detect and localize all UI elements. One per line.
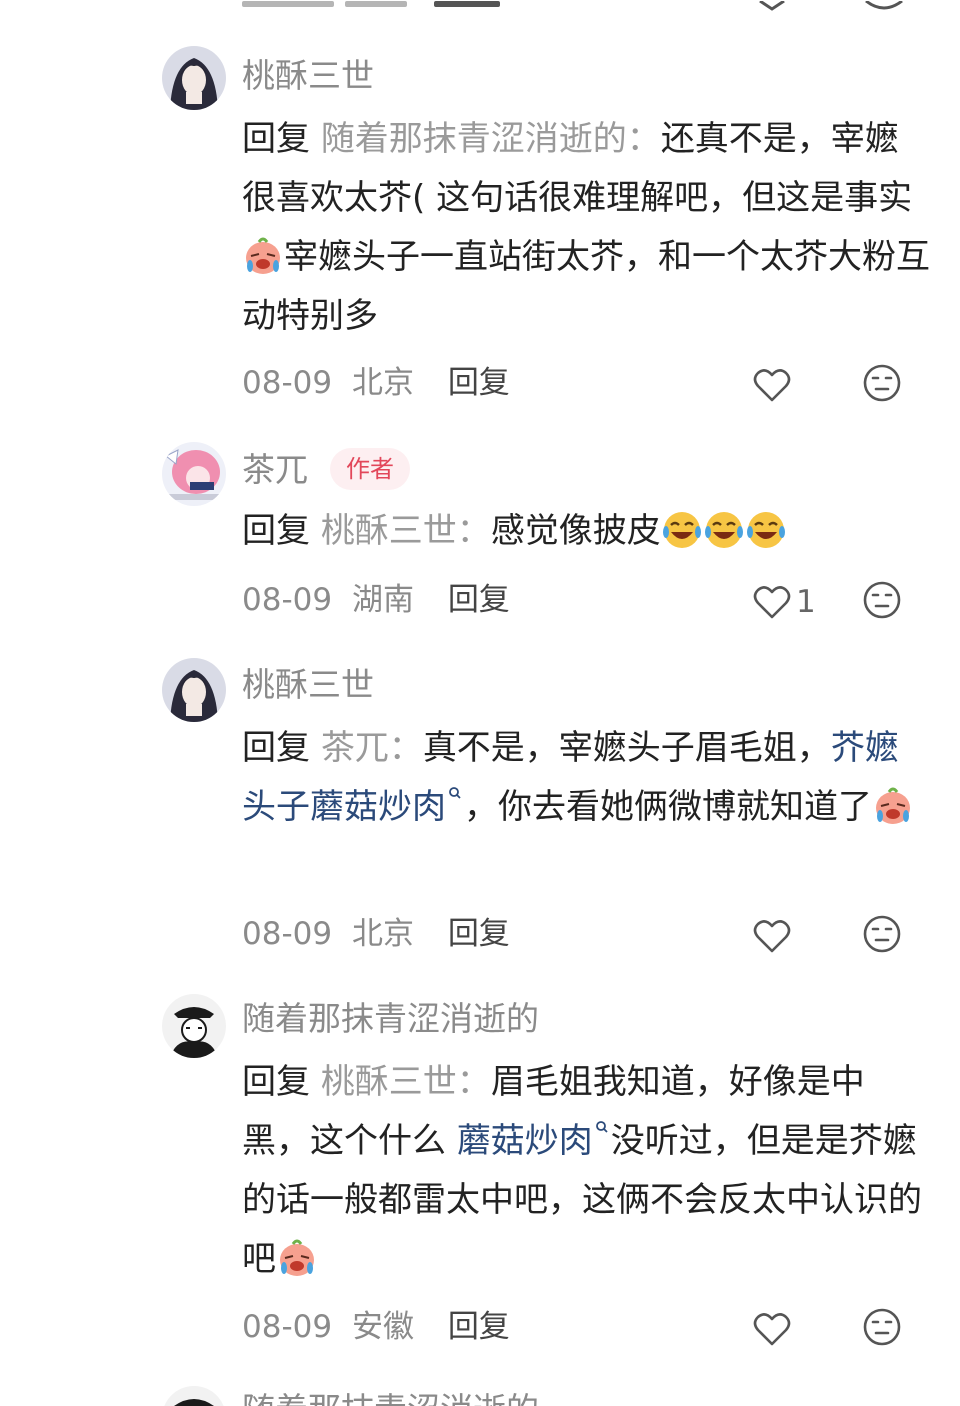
like-button[interactable]: [752, 912, 796, 956]
comment-date: 08-09: [242, 365, 333, 401]
comment-text: 回复 桃酥三世：眉毛姐我知道，好像是中黑，这个什么 蘑菇炒肉 没听过，但是是芥嬷的…: [242, 1053, 932, 1289]
laughing-emoji: [703, 510, 745, 550]
heart-icon: [753, 1312, 791, 1345]
reply-to-user[interactable]: 随着那抹青涩消逝的：: [321, 119, 661, 159]
like-button[interactable]: 1: [752, 578, 816, 622]
avatar[interactable]: [162, 994, 226, 1058]
comment-text-part: 真不是，宰嬷头子眉毛姐，: [422, 728, 831, 768]
username[interactable]: 随着那抹青涩消逝的: [242, 1390, 539, 1406]
comment-thread: 桃酥三世 回复 随着那抹青涩消逝的：还真不是，宰嬷很喜欢太芥( 这句话很难理解吧…: [0, 0, 960, 1406]
heart-icon: [753, 919, 791, 952]
search-link[interactable]: 蘑菇炒肉: [457, 1121, 593, 1161]
search-icon: [446, 778, 464, 808]
reply-button[interactable]: 回复: [448, 578, 510, 622]
comment-date: 08-09: [242, 916, 333, 952]
reply-word: 回复: [242, 728, 310, 768]
neutral-face-icon: [863, 581, 901, 619]
crying-emoji: [242, 236, 284, 276]
comment-location: 北京: [351, 916, 414, 952]
comment-text-part: ，你去看她俩微博就知道了: [464, 787, 872, 827]
comment-text: 回复 桃酥三世：感觉像披皮: [242, 502, 932, 561]
username[interactable]: 桃酥三世: [242, 665, 374, 705]
like-button[interactable]: [752, 361, 796, 405]
author-badge: 作者: [330, 448, 410, 490]
previous-comment-fragment-graphic: [242, 0, 903, 11]
comment-location: 安徽: [351, 1309, 414, 1345]
username[interactable]: 桃酥三世: [242, 56, 374, 96]
dislike-button[interactable]: [862, 580, 902, 632]
reply-to-user[interactable]: 桃酥三世：: [321, 511, 491, 551]
comment-meta: 08-09 北京 回复: [242, 912, 932, 956]
comment-text-part: 感觉像披皮: [490, 511, 661, 551]
comment-text-part: 宰嬷头子一直站街太芥，和一个太芥大粉互动特别多: [242, 237, 930, 336]
reply-button[interactable]: 回复: [448, 912, 510, 956]
dislike-button[interactable]: [862, 363, 902, 415]
avatar[interactable]: [162, 658, 226, 722]
neutral-face-icon: [863, 1308, 901, 1346]
comment-date: 08-09: [242, 1309, 333, 1345]
username[interactable]: 随着那抹青涩消逝的: [242, 999, 539, 1039]
username-text: 茶兀: [242, 450, 308, 489]
comment-text: 回复 随着那抹青涩消逝的：还真不是，宰嬷很喜欢太芥( 这句话很难理解吧，但这是事…: [242, 110, 932, 346]
reply-button[interactable]: 回复: [448, 1305, 510, 1349]
avatar[interactable]: [162, 442, 226, 506]
heart-icon: [753, 585, 791, 618]
laughing-emoji: [745, 510, 787, 550]
reply-button[interactable]: 回复: [448, 361, 510, 405]
search-icon: [593, 1112, 611, 1142]
neutral-face-icon: [863, 915, 901, 953]
avatar[interactable]: [162, 46, 226, 110]
comment-meta: 08-09 安徽 回复: [242, 1305, 932, 1349]
previous-comment-fragment: [0, 0, 960, 14]
like-count: 1: [796, 583, 816, 620]
like-button[interactable]: [752, 1305, 796, 1349]
reply-word: 回复: [242, 1062, 310, 1102]
reply-word: 回复: [242, 119, 310, 159]
laughing-emoji: [661, 510, 703, 550]
neutral-face-icon: [863, 364, 901, 402]
reply-to-user[interactable]: 桃酥三世：: [321, 1062, 491, 1102]
dislike-button[interactable]: [862, 1307, 902, 1359]
reply-word: 回复: [242, 511, 310, 551]
comment-meta: 08-09 湖南 回复 1: [242, 578, 932, 622]
heart-icon: [753, 368, 791, 401]
comment-location: 北京: [351, 365, 414, 401]
crying-emoji: [872, 786, 914, 826]
comment-date: 08-09: [242, 582, 333, 618]
dislike-button[interactable]: [862, 914, 902, 966]
comment-text: 回复 茶兀：真不是，宰嬷头子眉毛姐，芥嬷头子蘑菇炒肉 ，你去看她俩微博就知道了: [242, 719, 932, 837]
username[interactable]: 茶兀 作者: [242, 448, 410, 490]
avatar[interactable]: [162, 1386, 226, 1406]
reply-to-user[interactable]: 茶兀：: [321, 728, 423, 768]
crying-emoji: [276, 1238, 318, 1278]
comment-location: 湖南: [351, 582, 414, 618]
comment-meta: 08-09 北京 回复: [242, 361, 932, 405]
